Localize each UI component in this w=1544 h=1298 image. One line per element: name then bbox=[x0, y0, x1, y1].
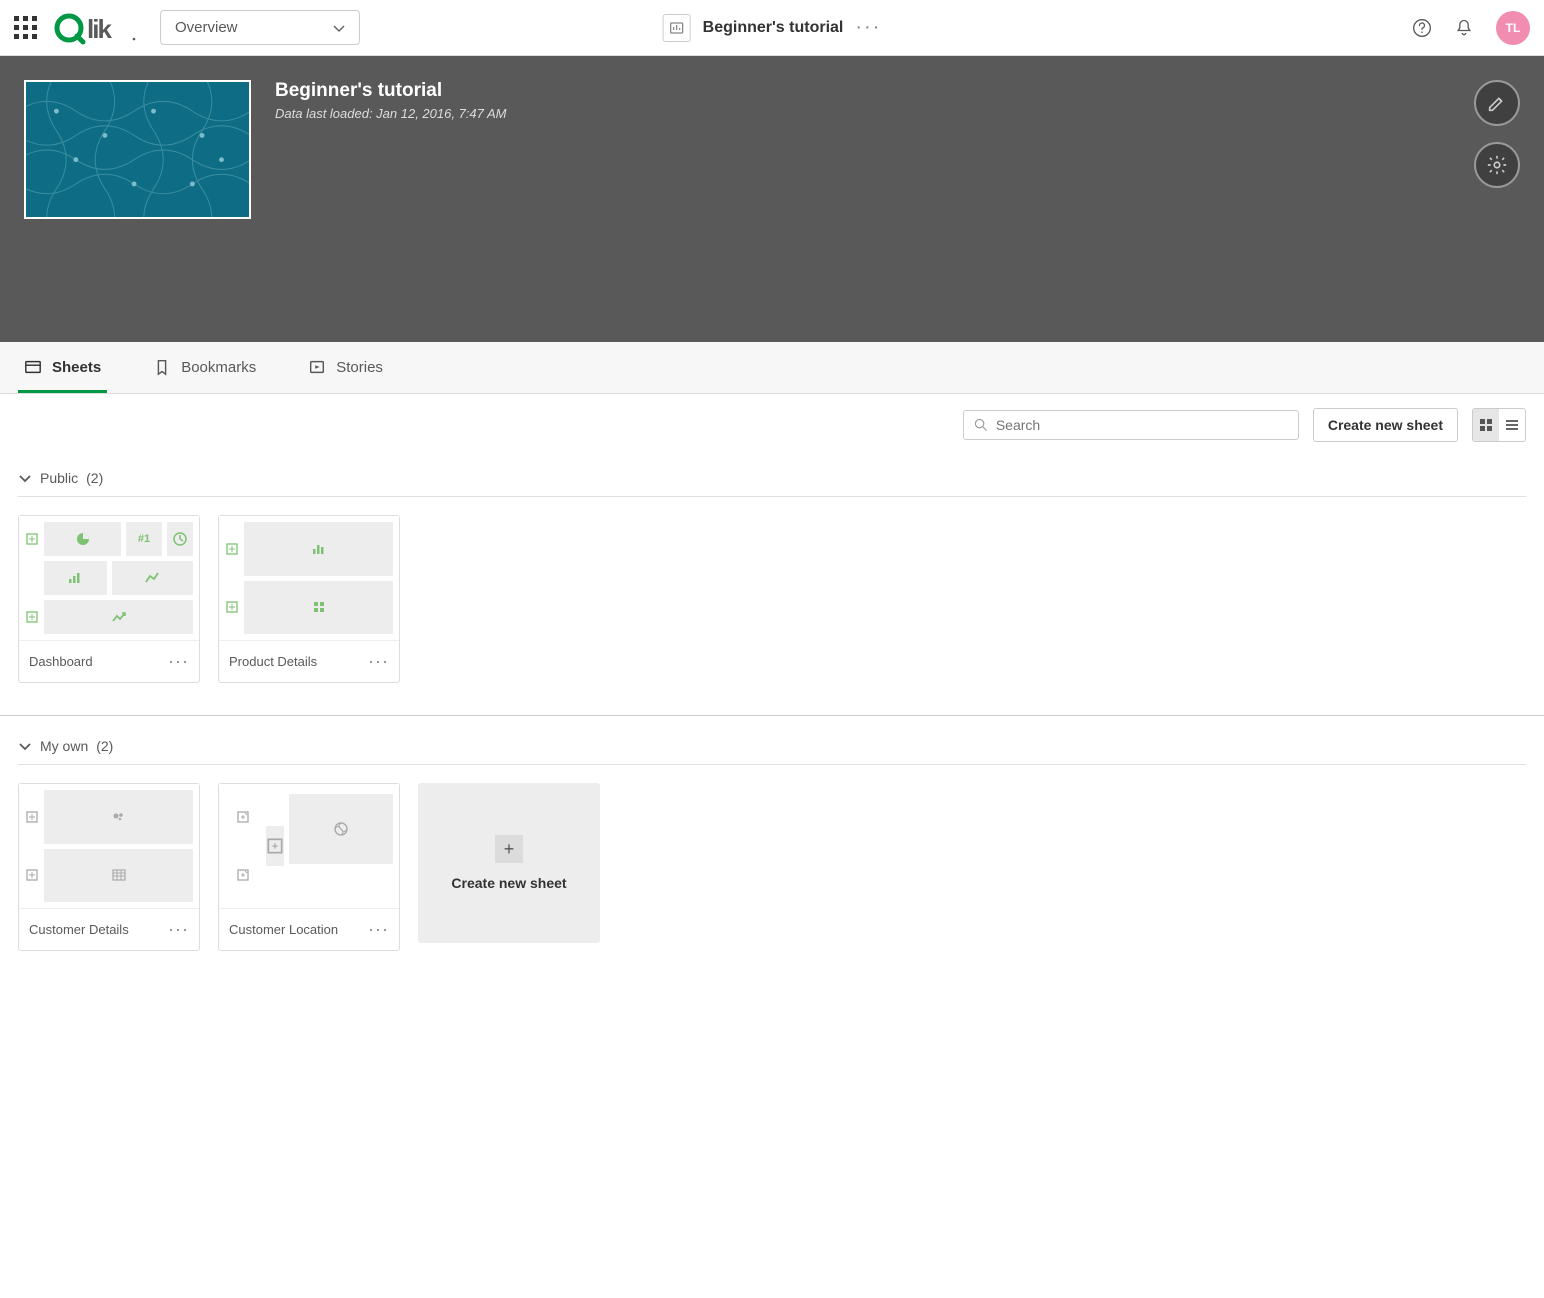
hero-panel: Beginner's tutorial Data last loaded: Ja… bbox=[0, 56, 1544, 342]
user-avatar[interactable]: TL bbox=[1496, 11, 1530, 45]
sheet-card-product-details[interactable]: Product Details ··· bbox=[218, 515, 400, 683]
view-dropdown[interactable]: Overview bbox=[160, 10, 360, 45]
chevron-down-icon bbox=[18, 739, 32, 753]
top-bar: lik Overview Beginner's tutorial ··· TL bbox=[0, 0, 1544, 56]
bell-icon[interactable] bbox=[1454, 18, 1474, 38]
qlik-logo[interactable]: lik bbox=[54, 11, 144, 45]
card-preview bbox=[219, 516, 399, 640]
chevron-down-icon bbox=[333, 22, 345, 34]
sheet-card-customer-location[interactable]: Customer Location ··· bbox=[218, 783, 400, 951]
section-my-own-count: (2) bbox=[96, 738, 113, 754]
tab-stories[interactable]: Stories bbox=[302, 342, 389, 393]
settings-button[interactable] bbox=[1474, 142, 1520, 188]
search-input-wrapper[interactable] bbox=[963, 410, 1299, 440]
svg-text:lik: lik bbox=[87, 14, 112, 44]
breadcrumb: Beginner's tutorial ··· bbox=[663, 14, 882, 42]
create-new-sheet-card[interactable]: + Create new sheet bbox=[418, 783, 600, 943]
card-title: Customer Details bbox=[29, 922, 129, 937]
app-icon bbox=[663, 14, 691, 42]
card-more-icon[interactable]: ··· bbox=[368, 919, 389, 940]
card-title: Product Details bbox=[229, 654, 317, 669]
view-toggle bbox=[1472, 408, 1526, 442]
sheets-toolbar: Create new sheet bbox=[0, 394, 1544, 456]
more-menu-icon[interactable]: ··· bbox=[855, 16, 881, 39]
grid-view-button[interactable] bbox=[1473, 409, 1499, 441]
list-view-button[interactable] bbox=[1499, 409, 1525, 441]
sheet-card-dashboard[interactable]: #1 Dashboard ··· bbox=[18, 515, 200, 683]
search-input[interactable] bbox=[996, 417, 1288, 433]
section-public: Public (2) #1 bbox=[0, 456, 1544, 697]
tabs: Sheets Bookmarks Stories bbox=[0, 342, 1544, 394]
card-preview: #1 bbox=[19, 516, 199, 640]
create-new-sheet-button[interactable]: Create new sheet bbox=[1313, 408, 1458, 442]
card-more-icon[interactable]: ··· bbox=[168, 651, 189, 672]
card-title: Dashboard bbox=[29, 654, 93, 669]
section-my-own-label: My own bbox=[40, 738, 88, 754]
page-title: Beginner's tutorial bbox=[703, 19, 844, 37]
tab-bookmarks[interactable]: Bookmarks bbox=[147, 342, 262, 393]
section-my-own: My own (2) Customer Details ··· bbox=[0, 724, 1544, 965]
card-preview bbox=[19, 784, 199, 908]
chevron-down-icon bbox=[18, 471, 32, 485]
hero-title: Beginner's tutorial bbox=[275, 80, 507, 102]
sheet-card-customer-details[interactable]: Customer Details ··· bbox=[18, 783, 200, 951]
tab-stories-label: Stories bbox=[336, 359, 383, 376]
tab-sheets-label: Sheets bbox=[52, 359, 101, 376]
tab-bookmarks-label: Bookmarks bbox=[181, 359, 256, 376]
section-public-label: Public bbox=[40, 470, 78, 486]
section-public-header[interactable]: Public (2) bbox=[18, 460, 1526, 496]
help-icon[interactable] bbox=[1412, 18, 1432, 38]
card-title: Customer Location bbox=[229, 922, 338, 937]
card-preview bbox=[219, 784, 399, 908]
card-more-icon[interactable]: ··· bbox=[168, 919, 189, 940]
search-icon bbox=[974, 418, 988, 432]
create-new-label: Create new sheet bbox=[451, 875, 566, 891]
apps-menu-icon[interactable] bbox=[14, 16, 38, 40]
app-thumbnail bbox=[24, 80, 251, 219]
tab-sheets[interactable]: Sheets bbox=[18, 342, 107, 393]
plus-icon: + bbox=[495, 835, 523, 863]
section-public-count: (2) bbox=[86, 470, 103, 486]
view-dropdown-label: Overview bbox=[175, 19, 238, 36]
section-my-own-header[interactable]: My own (2) bbox=[18, 728, 1526, 764]
edit-button[interactable] bbox=[1474, 80, 1520, 126]
card-more-icon[interactable]: ··· bbox=[368, 651, 389, 672]
hero-subtitle: Data last loaded: Jan 12, 2016, 7:47 AM bbox=[275, 106, 507, 121]
